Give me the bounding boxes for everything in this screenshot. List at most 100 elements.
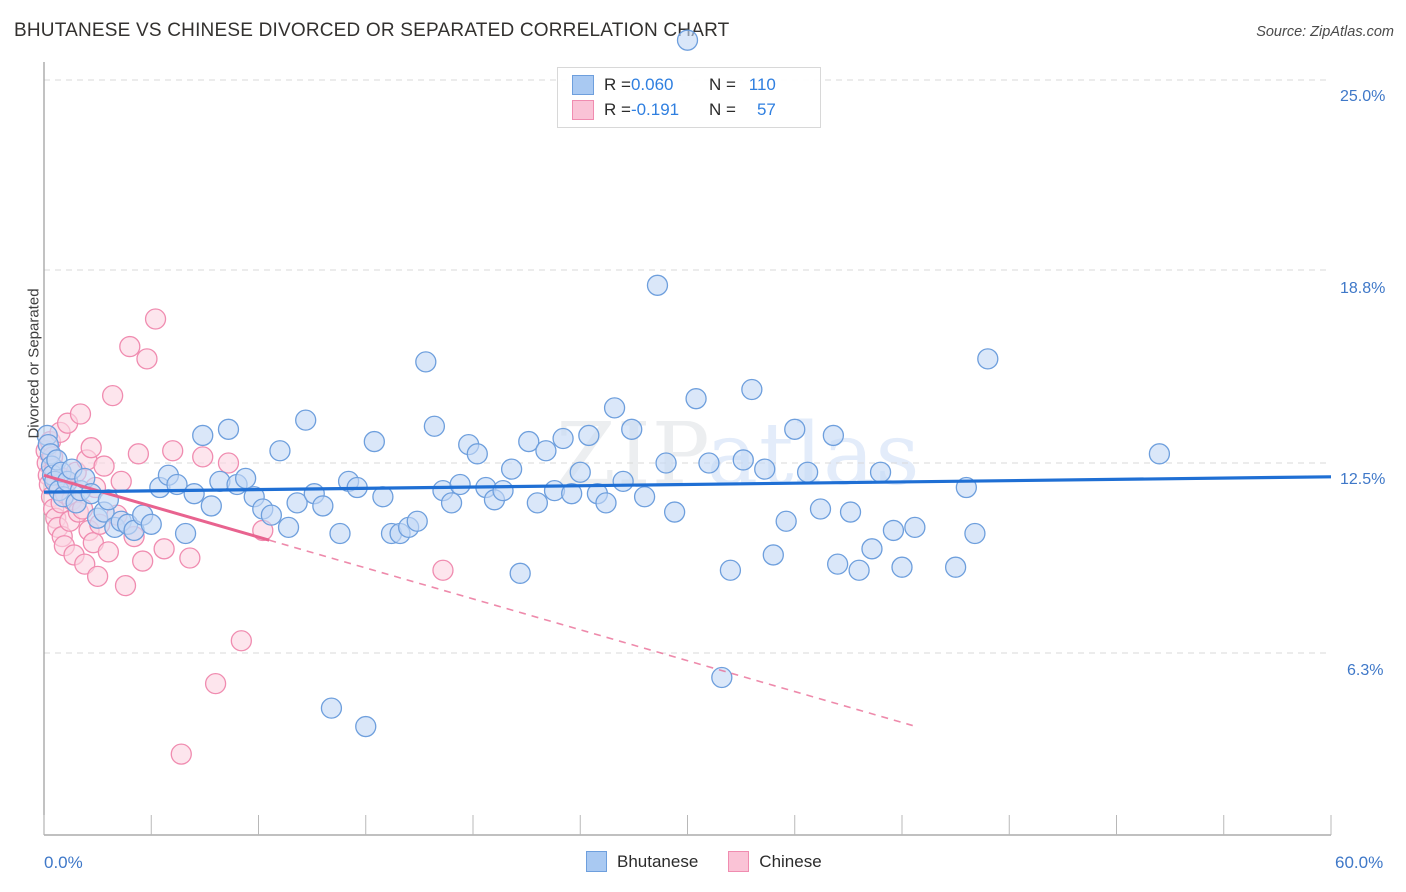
data-point[interactable] <box>217 418 240 440</box>
data-point[interactable] <box>312 495 334 517</box>
data-point[interactable] <box>466 443 488 465</box>
legend-item-bhutanese[interactable]: Bhutanese <box>586 851 698 872</box>
data-point[interactable] <box>174 522 197 545</box>
data-point[interactable] <box>526 492 548 514</box>
data-point[interactable] <box>114 574 137 597</box>
legend-item-chinese[interactable]: Chinese <box>728 851 822 872</box>
data-point[interactable] <box>440 492 463 514</box>
data-point[interactable] <box>432 559 454 581</box>
data-point[interactable] <box>183 483 205 505</box>
correlation-stats-box: R = 0.060 N = 110 R = -0.191 N = 57 <box>557 67 821 128</box>
data-point[interactable] <box>449 473 471 496</box>
data-point[interactable] <box>204 672 227 695</box>
data-point[interactable] <box>754 458 776 480</box>
data-point[interactable] <box>295 409 317 431</box>
data-point[interactable] <box>655 452 677 474</box>
data-point[interactable] <box>869 461 892 483</box>
data-point[interactable] <box>809 498 832 520</box>
data-point[interactable] <box>136 348 158 370</box>
data-point[interactable] <box>848 559 870 581</box>
data-point[interactable] <box>93 455 115 477</box>
data-point[interactable] <box>646 274 669 296</box>
data-point[interactable] <box>595 492 617 514</box>
data-point[interactable] <box>153 538 175 560</box>
data-point[interactable] <box>101 384 124 407</box>
data-point[interactable] <box>944 556 967 578</box>
data-point[interactable] <box>127 443 150 465</box>
data-point[interactable] <box>406 510 428 532</box>
data-point[interactable] <box>977 348 999 370</box>
data-point[interactable] <box>509 562 531 584</box>
data-point[interactable] <box>685 388 707 410</box>
data-point[interactable] <box>796 461 819 483</box>
data-point[interactable] <box>827 553 849 575</box>
data-point[interactable] <box>162 440 184 462</box>
stats-n-value-bhutanese: 110 <box>748 75 776 94</box>
data-point[interactable] <box>110 470 132 493</box>
stats-r-value-bhutanese: 0.060 <box>630 75 674 94</box>
data-point[interactable] <box>200 495 222 517</box>
y-tick-label-18: 18.8% <box>1340 280 1386 297</box>
gridlines <box>44 79 1331 654</box>
data-point[interactable] <box>230 630 252 652</box>
data-point[interactable] <box>144 308 167 330</box>
data-point[interactable] <box>762 544 784 566</box>
data-point[interactable] <box>578 424 600 447</box>
data-point[interactable] <box>698 452 720 474</box>
data-point[interactable] <box>97 541 119 563</box>
data-points-bhutanese[interactable] <box>36 29 1171 738</box>
data-point[interactable] <box>363 430 385 453</box>
data-point[interactable] <box>569 461 591 483</box>
axis-lines <box>43 62 1331 836</box>
data-point[interactable] <box>839 501 862 523</box>
data-point[interactable] <box>861 538 883 560</box>
data-point[interactable] <box>277 516 300 539</box>
data-point[interactable] <box>140 513 162 535</box>
data-point[interactable] <box>882 519 905 542</box>
data-point[interactable] <box>676 29 699 51</box>
data-point[interactable] <box>423 415 446 437</box>
data-point[interactable] <box>741 378 763 401</box>
data-point[interactable] <box>355 715 377 738</box>
data-point[interactable] <box>329 522 351 545</box>
data-point[interactable] <box>415 351 437 373</box>
data-point[interactable] <box>320 697 343 719</box>
data-point[interactable] <box>492 479 514 502</box>
data-point[interactable] <box>179 547 201 569</box>
data-point[interactable] <box>732 449 754 471</box>
data-point[interactable] <box>500 458 523 480</box>
data-point[interactable] <box>217 452 240 474</box>
data-point[interactable] <box>80 437 102 459</box>
data-point[interactable] <box>822 424 845 447</box>
data-point[interactable] <box>269 440 291 462</box>
data-point[interactable] <box>552 427 574 450</box>
stats-row-chinese: R = -0.191 N = 57 <box>572 97 776 123</box>
data-point[interactable] <box>119 335 141 358</box>
data-point[interactable] <box>1148 443 1171 465</box>
data-point[interactable] <box>775 510 797 532</box>
data-point[interactable] <box>170 743 192 765</box>
data-point[interactable] <box>784 418 806 440</box>
legend-label-chinese: Chinese <box>759 851 822 871</box>
data-point[interactable] <box>633 486 656 508</box>
scatter-plot-canvas <box>35 29 1332 836</box>
data-point[interactable] <box>535 440 557 462</box>
data-point[interactable] <box>132 550 154 572</box>
data-point[interactable] <box>86 565 109 588</box>
data-point[interactable] <box>719 559 742 581</box>
stats-r-value-chinese: -0.191 <box>630 100 680 119</box>
data-point[interactable] <box>69 403 92 425</box>
data-point[interactable] <box>904 516 926 539</box>
data-point[interactable] <box>964 522 986 545</box>
data-point[interactable] <box>612 470 634 493</box>
x-tick-label-max: 60.0% <box>1335 853 1384 872</box>
data-point[interactable] <box>621 418 643 440</box>
data-point[interactable] <box>192 424 214 447</box>
data-point[interactable] <box>234 467 257 489</box>
data-point[interactable] <box>663 501 686 523</box>
data-point[interactable] <box>260 504 283 526</box>
data-point[interactable] <box>603 397 626 419</box>
stats-swatch-bhutanese <box>572 75 594 95</box>
data-point[interactable] <box>891 556 913 578</box>
data-point[interactable] <box>192 446 214 468</box>
